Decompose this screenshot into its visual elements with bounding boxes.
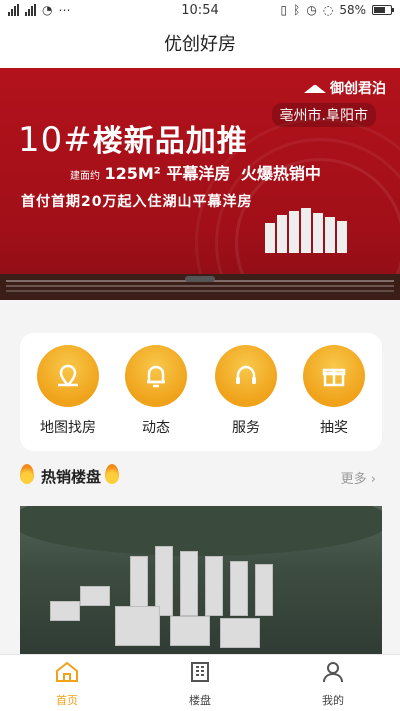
quick-action-label: 服务 (232, 420, 260, 436)
flame-icon (105, 464, 119, 484)
building (180, 551, 198, 616)
status-bar: ◔ ⋯ 10:54 ▯ ᛒ ◷ ◌ 58% (0, 0, 400, 22)
location-badge: 亳州市.阜阳市 (271, 103, 376, 127)
more-label: 更多 (340, 472, 367, 487)
building (255, 564, 273, 616)
gift-icon (303, 345, 365, 407)
chevron-right-icon: › (370, 472, 376, 487)
banner-buildings-image (265, 208, 365, 253)
status-right: ▯ ᛒ ◷ ◌ 58% (280, 3, 394, 17)
building (205, 556, 223, 616)
quick-action-service[interactable]: 服务 (210, 345, 282, 437)
quick-action-map[interactable]: 地图找房 (32, 345, 104, 437)
quick-action-label: 动态 (142, 420, 170, 436)
flame-icon (20, 464, 34, 484)
battery-icon (372, 5, 394, 15)
project-photo[interactable] (20, 506, 382, 658)
brand-logo: 御创君泊 (304, 78, 386, 98)
brand-name: 御创君泊 (330, 81, 386, 97)
bell-icon (125, 345, 187, 407)
tab-projects[interactable]: 楼盘 (160, 659, 240, 708)
bluetooth-icon: ᛒ (293, 3, 301, 17)
alarm-icon: ◷ (306, 3, 317, 17)
sub-hot: 火爆热销中 (240, 164, 321, 183)
headset-icon (215, 345, 277, 407)
banner-subline: 建面约 125M² 平幕洋房 火爆热销中 (70, 160, 321, 184)
sub-prefix: 建面约 (70, 171, 100, 182)
headline-number: 10# (18, 120, 93, 160)
quick-action-label: 地图找房 (40, 420, 96, 436)
quick-action-label: 抽奖 (320, 420, 348, 436)
building (230, 561, 248, 616)
headline-text: 楼新品加推 (92, 124, 248, 159)
tab-home[interactable]: 首页 (27, 659, 107, 708)
vibrate-icon: ▯ (280, 3, 288, 17)
banner-subline-2: 首付首期20万起入住湖山平幕洋房 (21, 194, 253, 210)
building (170, 616, 210, 646)
user-icon (323, 662, 343, 683)
building (50, 601, 80, 621)
app-screen: ◔ ⋯ 10:54 ▯ ᛒ ◷ ◌ 58% 优创好房 御创君泊 亳州市.阜阳市 … (0, 0, 400, 711)
map-pin-icon (37, 345, 99, 407)
section-title: 热销楼盘 (41, 468, 102, 486)
home-icon (56, 661, 78, 682)
building (220, 618, 260, 648)
banner-scroll-indicator (185, 276, 215, 282)
quick-action-news[interactable]: 动态 (120, 345, 192, 437)
tab-label: 楼盘 (189, 694, 211, 707)
quick-actions-card: 地图找房 动态 服务 抽奖 (20, 333, 382, 451)
tab-me[interactable]: 我的 (293, 659, 373, 708)
sub-area: 125M² 平幕洋房 (104, 164, 231, 183)
banner-headline: 10#楼新品加推 (18, 116, 248, 160)
roof-icon (304, 83, 326, 93)
tab-label: 首页 (56, 694, 78, 707)
page-title: 优创好房 (0, 22, 400, 68)
building-icon (191, 662, 209, 682)
promo-banner[interactable]: 御创君泊 亳州市.阜阳市 10#楼新品加推 建面约 125M² 平幕洋房 火爆热… (0, 68, 400, 300)
battery-percent: 58% (339, 3, 366, 17)
silent-icon: ◌ (322, 3, 334, 17)
more-link[interactable]: 更多 › (341, 468, 376, 487)
building (80, 586, 110, 606)
building (115, 606, 160, 646)
bottom-tab-bar: 首页 楼盘 我的 (0, 654, 400, 711)
treeline (20, 506, 382, 556)
hot-projects-header: 热销楼盘 更多 › (20, 462, 382, 492)
tab-label: 我的 (322, 694, 344, 707)
quick-action-lottery[interactable]: 抽奖 (298, 345, 370, 437)
